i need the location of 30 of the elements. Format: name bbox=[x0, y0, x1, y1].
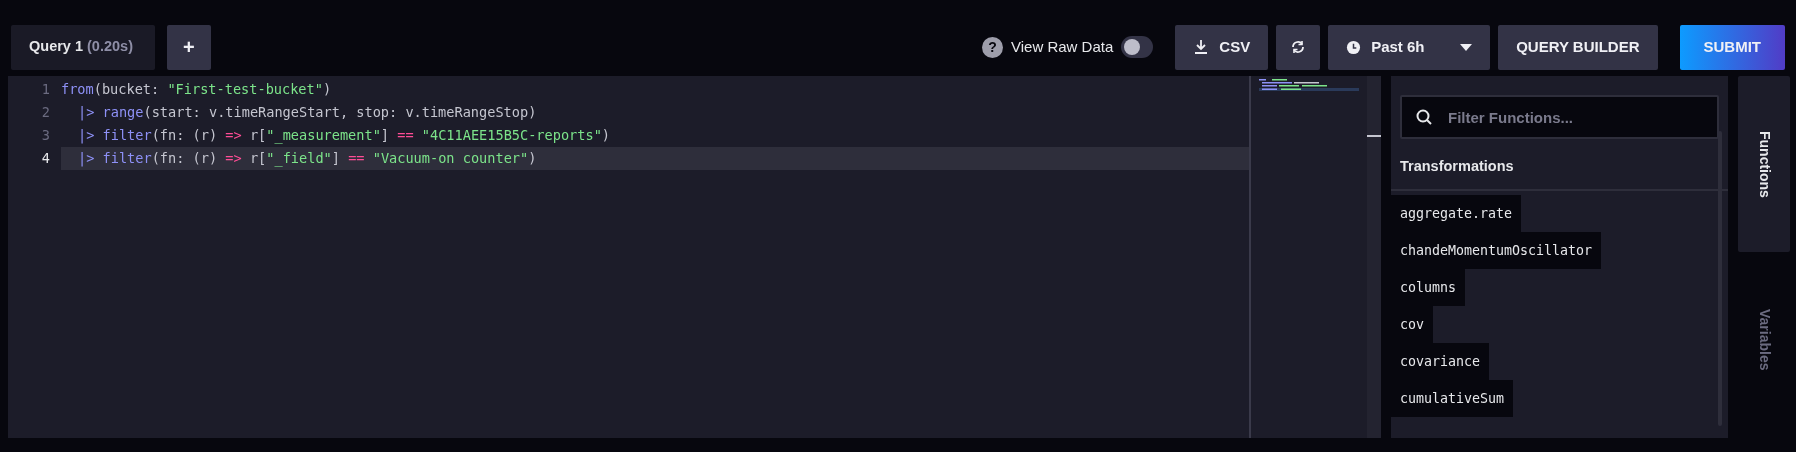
function-item[interactable]: cumulativeSum bbox=[1391, 379, 1514, 417]
line-number: 2 bbox=[40, 103, 50, 123]
code-line: |> filter(fn: (r) => r["_measurement"] == "4C11AEE15B5C-reports") bbox=[77, 126, 612, 146]
function-item[interactable]: chandeMomentumOscillator bbox=[1391, 231, 1602, 269]
side-tab[interactable]: Functions bbox=[1738, 76, 1790, 252]
refresh-icon bbox=[1290, 39, 1307, 55]
download-icon bbox=[1193, 39, 1210, 55]
clock-icon bbox=[1346, 39, 1362, 55]
function-item[interactable]: aggregate.rate bbox=[1391, 194, 1522, 232]
line-number: 4 bbox=[40, 149, 50, 169]
toggle-switch[interactable] bbox=[1121, 36, 1154, 58]
query-builder-button[interactable]: QUERY BUILDER bbox=[1498, 24, 1658, 70]
refresh-button[interactable] bbox=[1276, 24, 1321, 70]
help-icon[interactable]: ? bbox=[982, 36, 1003, 58]
function-item[interactable]: cov bbox=[1391, 305, 1434, 343]
query-tab[interactable]: Query 1 (0.20s) bbox=[11, 24, 155, 70]
side-tab[interactable]: Variables bbox=[1738, 252, 1790, 428]
add-query-button[interactable]: + bbox=[167, 24, 211, 70]
code-line: from(bucket: "First-test-bucket") bbox=[61, 80, 333, 100]
caret-icon bbox=[1460, 43, 1473, 51]
time-range-dropdown[interactable]: Past 6h bbox=[1328, 24, 1491, 70]
search-field[interactable]: Filter Functions... bbox=[1400, 95, 1719, 139]
function-item[interactable]: columns bbox=[1391, 268, 1466, 306]
submit-button[interactable]: SUBMIT bbox=[1679, 24, 1785, 70]
line-number: 3 bbox=[40, 126, 50, 146]
csv-button[interactable]: CSV bbox=[1175, 24, 1269, 70]
line-number: 1 bbox=[40, 80, 50, 100]
view-raw-data-label: View Raw Data bbox=[1011, 36, 1114, 57]
code-line: |> range(start: v.timeRangeStart, stop: v.timeRangeStop) bbox=[77, 103, 538, 123]
function-item[interactable]: covariance bbox=[1391, 342, 1490, 380]
